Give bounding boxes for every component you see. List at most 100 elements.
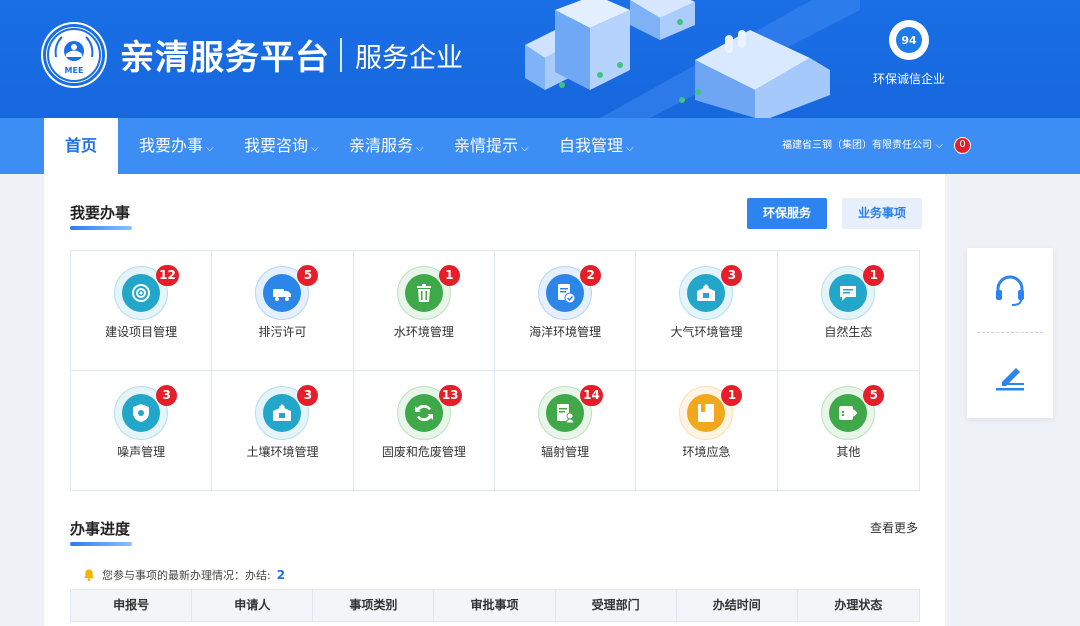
trash-icon <box>416 284 431 302</box>
header-banner: MEE 亲清服务平台 服务企业 94 环保诚信企业 <box>0 0 1080 118</box>
task-tile[interactable]: 3 土壤环境管理 <box>212 370 354 490</box>
tab-business-items[interactable]: 业务事项 <box>842 198 923 229</box>
logo-text: MEE <box>65 66 84 75</box>
site-subtitle: 服务企业 <box>355 43 463 74</box>
mee-logo[interactable]: MEE <box>43 24 105 86</box>
count-badge: 2 <box>580 265 602 286</box>
task-tile[interactable]: 1 自然生态 <box>777 251 919 371</box>
company-menu[interactable]: 福建省三钢（集团）有限责任公司 ⌵ <box>782 118 943 174</box>
nav-tips-label: 亲情提示 <box>454 136 519 155</box>
task-tile-label: 自然生态 <box>824 325 873 339</box>
title-underline <box>70 226 132 230</box>
nav-consult[interactable]: 我要咨询 ⌵ <box>244 118 319 174</box>
progress-notice: 您参与事项的最新办理情况：办结: 2 <box>82 567 285 583</box>
task-tile-label: 大气环境管理 <box>670 325 743 339</box>
count-badge: 13 <box>438 384 462 406</box>
nav-self-manage[interactable]: 自我管理 ⌵ <box>559 118 634 174</box>
notice-count[interactable]: 2 <box>277 568 285 582</box>
edit-icon[interactable] <box>992 358 1028 394</box>
column-header: 申报号 <box>71 590 193 621</box>
icon-circle <box>263 393 302 432</box>
section-title-progress: 办事进度 <box>70 518 132 546</box>
nav-my-business-label: 我要办事 <box>139 136 204 155</box>
count-badge: 12 <box>156 265 179 286</box>
task-tile[interactable]: 1 环境应急 <box>636 370 778 490</box>
count-badge: 1 <box>863 265 885 286</box>
icon-circle <box>122 393 161 432</box>
task-tile-label: 建设项目管理 <box>105 325 178 339</box>
credit-score: 94 <box>896 27 922 53</box>
icon-circle <box>546 393 585 432</box>
task-tile-label: 其他 <box>836 444 861 459</box>
task-tile[interactable]: 3 大气环境管理 <box>636 251 778 371</box>
truck-icon <box>273 289 292 301</box>
document-check-icon <box>558 284 576 304</box>
folder-icon <box>698 403 715 422</box>
task-tile-label: 土壤环境管理 <box>246 444 319 459</box>
nav-self-manage-label: 自我管理 <box>559 136 624 155</box>
task-tile-label: 海洋环境管理 <box>529 325 602 339</box>
task-tile[interactable]: 12 建设项目管理 <box>71 251 213 371</box>
task-tile[interactable]: 2 海洋环境管理 <box>494 251 637 371</box>
nav-qinqing-service[interactable]: 亲清服务 ⌵ <box>349 118 424 174</box>
main-navbar: 首页 我要办事 ⌵ 我要咨询 ⌵ 亲清服务 ⌵ 亲情提示 ⌵ 自我管理 ⌵ 福建省三钢（集… <box>0 118 1080 174</box>
icon-circle <box>404 393 443 432</box>
company-name: 福建省三钢（集团）有限责任公司 <box>782 140 932 151</box>
box-icon <box>273 403 292 421</box>
icon-circle <box>263 274 302 312</box>
column-header: 办理状态 <box>834 598 883 612</box>
task-tile[interactable]: 1 水环境管理 <box>353 251 495 371</box>
task-tile-label: 水环境管理 <box>393 325 454 339</box>
box-icon <box>697 284 716 301</box>
task-tile[interactable]: 5 排污许可 <box>212 251 354 371</box>
count-badge: 5 <box>863 384 885 406</box>
column-header: 受理部门 <box>556 590 677 621</box>
site-title: 亲清服务平台 <box>120 38 330 78</box>
nav-tips[interactable]: 亲情提示 ⌵ <box>454 118 529 174</box>
side-toolbar <box>967 248 1053 418</box>
chevron-down-icon: ⌵ <box>311 143 319 154</box>
notice-text: 您参与事项的最新办理情况：办结: <box>102 569 271 582</box>
credit-score-badge: 94 <box>889 20 929 60</box>
target-icon <box>132 284 151 302</box>
nav-qinqing-service-label: 亲清服务 <box>349 136 414 155</box>
count-badge: 1 <box>438 265 460 286</box>
progress-table-header: 申报号 申请人 事项类别 审批事项 受理部门 办结时间 办理状态 <box>70 589 920 622</box>
headset-icon[interactable] <box>992 272 1028 308</box>
export-icon <box>839 405 858 420</box>
shield-icon <box>133 403 150 422</box>
icon-circle <box>122 274 161 312</box>
task-tile-label: 固废和危废管理 <box>381 444 466 459</box>
count-badge: 3 <box>156 384 178 406</box>
count-badge: 14 <box>580 384 603 406</box>
task-tile[interactable]: 13 固废和危废管理 <box>354 370 495 490</box>
task-tile[interactable]: 5 其他 <box>778 371 919 491</box>
column-header: 办结时间 <box>677 590 798 621</box>
icon-circle <box>829 393 868 432</box>
bell-icon <box>84 569 94 582</box>
nav-home[interactable]: 首页 <box>44 118 118 174</box>
count-badge: 3 <box>721 265 743 286</box>
column-header: 事项类别 <box>313 590 435 621</box>
message-count-badge[interactable]: 0 <box>954 137 971 154</box>
credit-label: 环保诚信企业 <box>872 72 945 86</box>
count-badge: 1 <box>721 384 743 406</box>
section-title-tasks: 我要办事 <box>70 202 132 230</box>
column-header: 申请人 <box>192 590 314 621</box>
count-badge: 5 <box>297 265 319 286</box>
chat-icon <box>840 286 857 301</box>
task-tile[interactable]: 14 辐射管理 <box>495 370 637 490</box>
chevron-down-icon: ⌵ <box>521 143 529 154</box>
tab-env-service[interactable]: 环保服务 <box>747 198 828 229</box>
report-user-icon <box>557 403 575 423</box>
view-more-link[interactable]: 查看更多 <box>870 519 918 536</box>
icon-circle <box>829 274 868 312</box>
section-title-progress-text: 办事进度 <box>70 520 131 538</box>
credit-rating[interactable]: 94 环保诚信企业 <box>864 20 954 87</box>
main-panel: 我要办事 环保服务 业务事项 12 建设项目管理 5 排污许可 1 水环境管理 2 海洋环境管… <box>44 174 945 626</box>
mee-emblem-icon: MEE <box>47 28 101 82</box>
icon-circle <box>687 393 726 432</box>
chevron-down-icon: ⌵ <box>416 143 424 154</box>
nav-my-business[interactable]: 我要办事 ⌵ <box>139 118 214 174</box>
task-tile[interactable]: 3 噪声管理 <box>71 370 213 490</box>
